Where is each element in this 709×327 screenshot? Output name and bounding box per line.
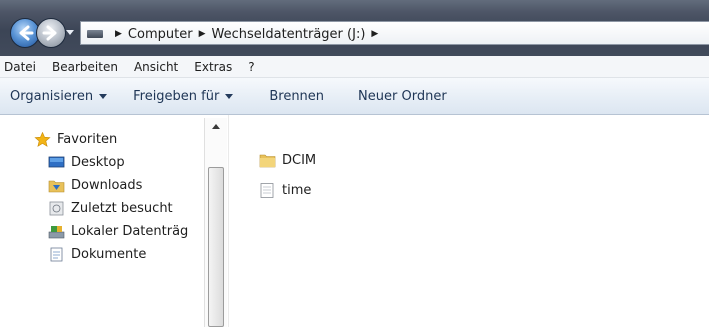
nav-item-label: Lokaler Datenträg bbox=[71, 224, 189, 239]
nav-item-recent[interactable]: Zuletzt besucht bbox=[48, 201, 173, 216]
recent-pages-dropdown[interactable] bbox=[64, 26, 76, 38]
file-item-dcim[interactable]: DCIM bbox=[259, 153, 316, 168]
file-name: DCIM bbox=[282, 153, 317, 168]
new-folder-label: Neuer Ordner bbox=[358, 88, 447, 104]
menu-help[interactable]: ? bbox=[240, 60, 262, 74]
address-field[interactable]: ▶ Computer ▶ Wechseldatenträger (J:) ▶ bbox=[80, 21, 709, 45]
share-button[interactable]: Freigeben für bbox=[133, 88, 234, 104]
nav-item-label: Desktop bbox=[71, 155, 125, 170]
chevron-down-icon bbox=[225, 93, 234, 99]
computer-icon bbox=[87, 30, 103, 38]
menu-file[interactable]: Datei bbox=[0, 60, 44, 74]
command-toolbar: Organisieren Freigeben für Brennen Neuer… bbox=[0, 78, 709, 115]
recent-places-icon bbox=[49, 201, 64, 216]
breadcrumb-computer[interactable]: Computer bbox=[128, 27, 193, 42]
breadcrumb-separator-icon[interactable]: ▶ bbox=[371, 29, 378, 39]
menu-tools[interactable]: Extras bbox=[186, 60, 240, 74]
burn-button[interactable]: Brennen bbox=[269, 89, 324, 104]
nav-item-local-disk[interactable]: Lokaler Datenträg bbox=[48, 224, 188, 239]
nav-favorites-label: Favoriten bbox=[57, 132, 118, 147]
nav-item-documents[interactable]: Dokumente bbox=[48, 247, 146, 262]
documents-icon bbox=[50, 247, 63, 262]
star-icon bbox=[34, 132, 51, 147]
nav-item-desktop[interactable]: Desktop bbox=[48, 155, 125, 170]
new-folder-button[interactable]: Neuer Ordner bbox=[358, 89, 447, 104]
breadcrumb-separator-icon[interactable]: ▶ bbox=[115, 29, 122, 39]
text-file-icon bbox=[260, 183, 274, 198]
breadcrumb-drive[interactable]: Wechseldatenträger (J:) bbox=[211, 27, 365, 42]
scrollbar-thumb[interactable] bbox=[208, 167, 224, 327]
nav-item-downloads[interactable]: Downloads bbox=[48, 178, 142, 193]
navigation-scrollbar[interactable] bbox=[204, 118, 227, 327]
file-item-time[interactable]: time bbox=[259, 183, 311, 198]
nav-item-label: Dokumente bbox=[71, 247, 147, 262]
nav-item-label: Zuletzt besucht bbox=[71, 201, 173, 216]
folder-icon bbox=[259, 154, 276, 168]
organize-button[interactable]: Organisieren bbox=[10, 88, 108, 104]
desktop-icon bbox=[48, 156, 65, 168]
forward-arrow-icon bbox=[42, 25, 57, 41]
scroll-up-arrow-icon[interactable] bbox=[212, 124, 220, 129]
nav-favorites[interactable]: Favoriten bbox=[34, 132, 117, 147]
back-arrow-icon bbox=[19, 25, 34, 41]
nav-item-label: Downloads bbox=[71, 178, 143, 193]
menu-bar: Datei Bearbeiten Ansicht Extras ? bbox=[0, 56, 709, 78]
local-disk-icon bbox=[48, 226, 65, 239]
breadcrumb-separator-icon[interactable]: ▶ bbox=[199, 29, 206, 39]
navigation-pane: Favoriten Desktop Downloads Zuletzt besu… bbox=[0, 115, 227, 327]
file-list: DCIM time bbox=[228, 115, 709, 327]
downloads-folder-icon bbox=[48, 180, 65, 193]
chevron-down-icon bbox=[99, 93, 108, 99]
menu-view[interactable]: Ansicht bbox=[126, 60, 186, 74]
share-label: Freigeben für bbox=[133, 88, 220, 104]
file-name: time bbox=[282, 183, 312, 198]
burn-label: Brennen bbox=[269, 88, 325, 104]
forward-button[interactable] bbox=[36, 18, 66, 48]
organize-label: Organisieren bbox=[10, 88, 94, 104]
address-bar-area: ▶ Computer ▶ Wechseldatenträger (J:) ▶ bbox=[0, 0, 709, 56]
menu-edit[interactable]: Bearbeiten bbox=[44, 60, 126, 74]
